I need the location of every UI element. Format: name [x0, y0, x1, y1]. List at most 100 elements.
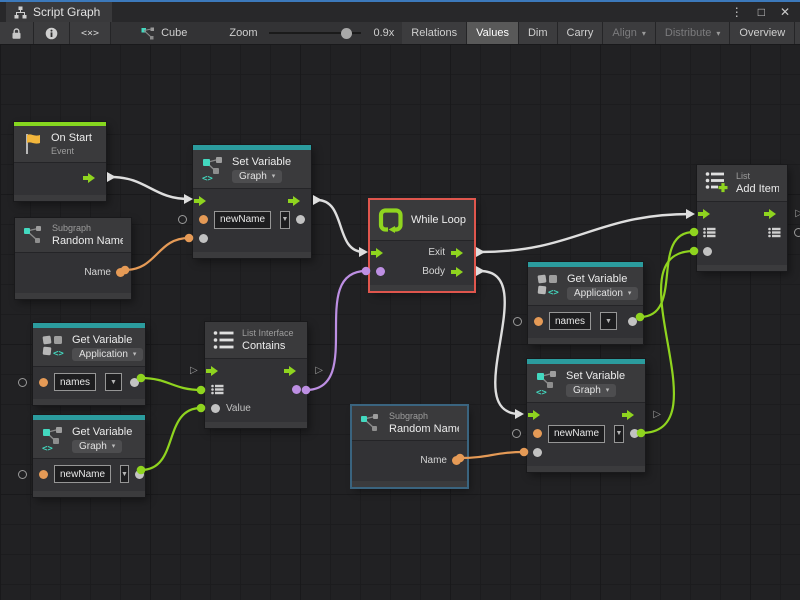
variable-name-port[interactable] — [533, 429, 542, 438]
variable-scope-dropdown[interactable]: Application — [72, 348, 143, 361]
node-footer — [14, 195, 106, 201]
wire-names-to-additem-list — [640, 232, 694, 317]
carry-button[interactable]: Carry — [558, 22, 604, 44]
bool-out-port[interactable] — [292, 385, 301, 394]
node-title: Random Name — [52, 235, 123, 247]
node-on-start[interactable]: On Start Event — [14, 122, 106, 201]
tab-script-graph[interactable]: Script Graph — [6, 2, 112, 22]
value-in-port[interactable] — [199, 234, 208, 243]
variable-name-port[interactable] — [199, 215, 208, 224]
variable-scope-dropdown[interactable]: Application — [567, 287, 638, 300]
variable-name-dropdown[interactable]: names — [549, 312, 591, 330]
variable-name-port[interactable] — [39, 378, 48, 387]
dropdown-arrow-button[interactable]: ▼ — [120, 465, 129, 483]
body-port-label: Body — [422, 266, 445, 277]
zoom-slider-handle[interactable] — [341, 28, 352, 39]
flow-out-port[interactable] — [769, 209, 781, 219]
dim-button[interactable]: Dim — [519, 22, 558, 44]
zoom-slider[interactable] — [269, 32, 361, 34]
node-footer — [370, 285, 474, 291]
node-subgraph-right[interactable]: Subgraph Random Name Name — [352, 406, 467, 487]
node-title: Set Variable — [566, 370, 625, 382]
list-icon — [213, 330, 235, 350]
body-flow-out-port[interactable] — [456, 267, 468, 277]
zoom-label: Zoom — [229, 27, 257, 39]
variable-name-port[interactable] — [534, 317, 543, 326]
svg-text:<>: <> — [42, 444, 53, 452]
node-add-item[interactable]: List Add Item ▷ — [697, 165, 787, 271]
node-contains[interactable]: List Interface Contains ▷ ▷ — [205, 322, 307, 428]
flow-out-port[interactable] — [88, 173, 100, 183]
item-in-port[interactable] — [703, 247, 712, 256]
wire-name-to-setvarR-value — [460, 452, 524, 458]
flow-in-port[interactable] — [533, 410, 545, 420]
graph-canvas[interactable]: On Start Event <> Set Variable Graph — [0, 44, 800, 600]
variable-scope-dropdown[interactable]: Graph — [232, 170, 282, 183]
fullscreen-button[interactable]: Full Screen — [795, 22, 800, 44]
node-title: Get Variable — [567, 273, 635, 285]
graph-context[interactable]: Cube — [133, 22, 195, 44]
info-button[interactable] — [34, 22, 70, 44]
flow-in-port[interactable] — [211, 366, 223, 376]
lock-icon — [11, 27, 22, 40]
maximize-icon[interactable]: □ — [758, 6, 765, 18]
wire-setvarout-to-additem — [641, 251, 694, 433]
add-item-icon — [705, 171, 729, 195]
dropdown-arrow-button[interactable]: ▼ — [105, 373, 122, 391]
flow-out-port[interactable] — [627, 410, 639, 420]
name-out-port[interactable] — [452, 456, 461, 465]
wire-body-to-setvar-right — [480, 271, 520, 414]
value-out-port[interactable] — [130, 378, 139, 387]
value-in-port[interactable] — [211, 404, 220, 413]
flow-out-port[interactable] — [289, 366, 301, 376]
code-view-button[interactable]: <×> — [70, 22, 111, 44]
node-footer — [193, 252, 311, 258]
overview-button[interactable]: Overview — [730, 22, 795, 44]
value-out-port[interactable] — [628, 317, 637, 326]
align-button[interactable]: Align — [603, 22, 655, 44]
list-in-port[interactable] — [703, 227, 716, 238]
node-get-variable-app-right[interactable]: <> Get Variable Application names ▼ — [528, 262, 643, 344]
variable-name-dropdown[interactable]: newName — [214, 211, 271, 229]
flow-in-port[interactable] — [376, 248, 388, 258]
condition-in-port[interactable] — [376, 267, 385, 276]
flow-in-port[interactable] — [199, 196, 211, 206]
variable-name-port[interactable] — [39, 470, 48, 479]
name-out-port[interactable] — [116, 268, 125, 277]
node-get-variable-graph-left[interactable]: <> Get Variable Graph newName ▼ — [33, 415, 145, 497]
node-get-variable-app-left[interactable]: <> Get Variable Application names ▼ — [33, 323, 145, 405]
variable-name-dropdown[interactable]: newName — [548, 425, 605, 443]
node-footer — [527, 466, 645, 472]
dropdown-arrow-button[interactable]: ▼ — [280, 211, 290, 229]
flow-out-port[interactable] — [293, 196, 305, 206]
node-footer — [352, 481, 467, 487]
relations-button[interactable]: Relations — [402, 22, 467, 44]
list-in-port[interactable] — [211, 384, 224, 395]
flow-in-port[interactable] — [703, 209, 715, 219]
variable-name-dropdown[interactable]: newName — [54, 465, 111, 483]
list-out-port[interactable] — [768, 227, 781, 238]
variable-scope-dropdown[interactable]: Graph — [72, 440, 122, 453]
values-button[interactable]: Values — [467, 22, 519, 44]
node-while-loop[interactable]: While Loop Exit Body — [370, 200, 474, 291]
exit-flow-out-port[interactable] — [456, 248, 468, 258]
lock-button[interactable] — [0, 22, 34, 44]
variable-scope-dropdown[interactable]: Graph — [566, 384, 616, 397]
node-subgraph-left[interactable]: Subgraph Random Name Name — [15, 218, 131, 299]
variable-name-dropdown[interactable]: names — [54, 373, 96, 391]
value-out-port[interactable] — [630, 429, 639, 438]
dropdown-arrow-button[interactable]: ▼ — [600, 312, 617, 330]
value-out-port[interactable] — [135, 470, 144, 479]
node-title: Contains — [242, 340, 294, 352]
unconnected-indicator — [794, 228, 800, 237]
window-menu-icon[interactable]: ⋮ — [731, 6, 743, 18]
value-in-port[interactable] — [533, 448, 542, 457]
set-variable-icon: <> — [201, 156, 225, 182]
node-set-variable-right[interactable]: <> Set Variable Graph ▷ newName ▼ — [527, 359, 645, 472]
close-icon[interactable]: ✕ — [780, 6, 790, 18]
dropdown-arrow-button[interactable]: ▼ — [614, 425, 624, 443]
distribute-button[interactable]: Distribute — [656, 22, 730, 44]
value-out-port[interactable] — [296, 215, 305, 224]
node-set-variable-left[interactable]: <> Set Variable Graph newName ▼ — [193, 145, 311, 258]
subgraph-icon — [360, 412, 382, 434]
